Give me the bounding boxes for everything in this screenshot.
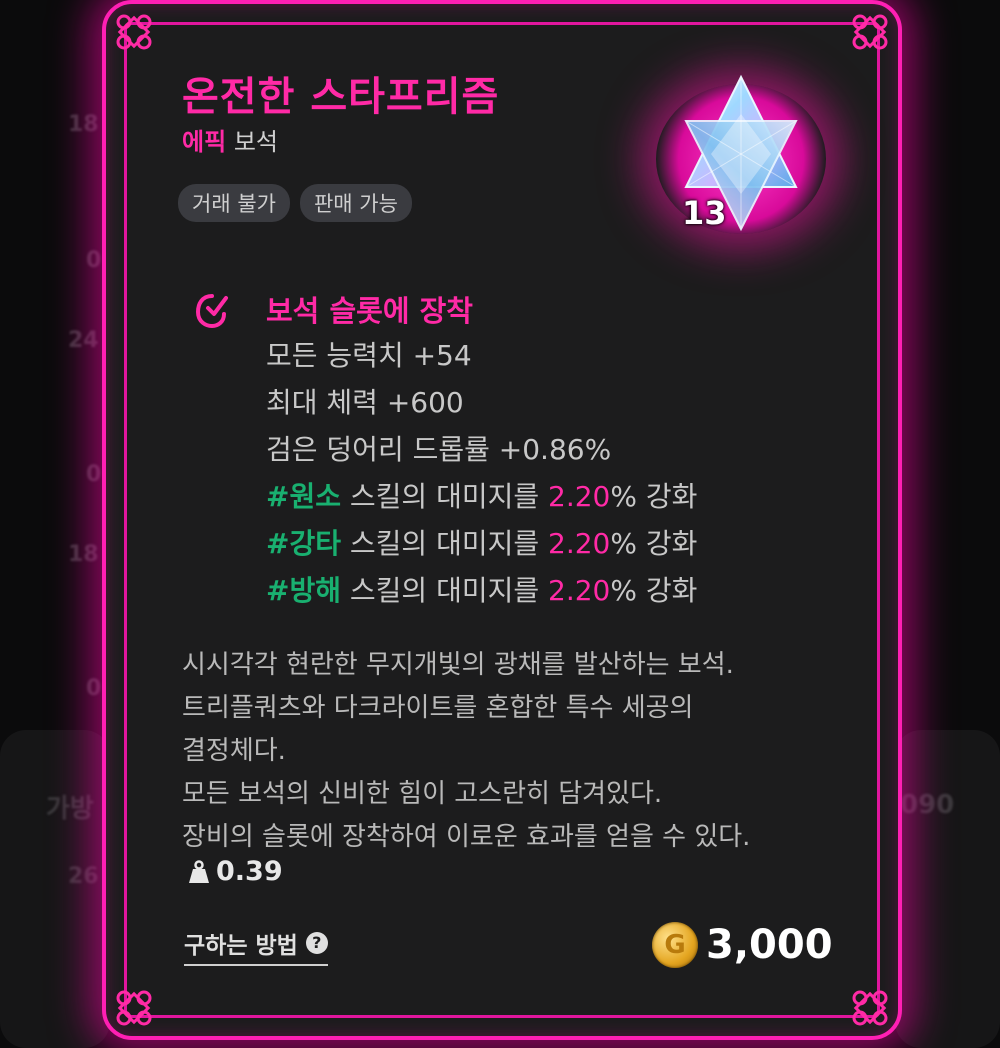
background-fragment: 0	[86, 676, 102, 701]
corner-knot-icon	[112, 986, 156, 1030]
item-stack-count: 13	[682, 194, 727, 232]
item-icon-frame	[646, 64, 836, 244]
item-grade: 에픽	[182, 128, 227, 156]
item-price: G 3,000	[652, 922, 833, 968]
skill-bonus-text: 스킬의 대미지를	[340, 574, 549, 607]
item-grade-category: 에픽 보석	[182, 122, 278, 157]
background-panel-right	[895, 730, 1000, 1048]
skill-bonus-suffix: % 강화	[610, 527, 698, 560]
background-fragment: 0	[86, 248, 102, 273]
description-line: 장비의 슬롯에 장착하여 이로운 효과를 얻을 수 있다.	[182, 822, 751, 852]
gem-slot-equip-icon	[194, 290, 230, 330]
effect-section-title: 보석 슬롯에 장착	[266, 294, 473, 328]
item-category: 보석	[233, 128, 278, 156]
skill-bonus-value: 2.20	[548, 480, 611, 513]
skill-bonus-text: 스킬의 대미지를	[340, 527, 549, 560]
corner-knot-icon	[848, 986, 892, 1030]
skill-tag: #방해	[266, 574, 341, 607]
stat-all-abilities: 모든 능력치 +54	[266, 339, 472, 372]
skill-bonus-line: #원소 스킬의 대미지를 2.20% 강화	[266, 477, 697, 524]
stat-max-hp: 최대 체력 +600	[266, 386, 464, 419]
tag-sellable: 판매 가능	[299, 184, 412, 222]
weight-icon	[189, 859, 209, 883]
skill-bonus-line: #강타 스킬의 대미지를 2.20% 강화	[266, 524, 697, 571]
background-fragment: 24	[68, 328, 99, 353]
skill-bonus-suffix: % 강화	[610, 480, 698, 513]
background-fragment: 18	[68, 542, 99, 567]
corner-knot-icon	[112, 10, 156, 54]
background-fragment: 26	[68, 864, 99, 889]
description-line: 시시각각 현란한 무지개빛의 광채를 발산하는 보석.	[182, 650, 734, 680]
skill-bonus-text: 스킬의 대미지를	[340, 480, 549, 513]
skill-bonus-line: #방해 스킬의 대미지를 2.20% 강화	[266, 571, 697, 618]
description-line: 결정체다.	[182, 736, 286, 766]
item-name: 온전한 스타프리즘	[182, 74, 500, 120]
background-panel-left	[0, 730, 110, 1048]
background-fragment: 090	[900, 790, 955, 820]
background-fragment: 가방	[46, 794, 94, 824]
skill-bonus-value: 2.20	[548, 527, 611, 560]
background-fragment: 18	[68, 112, 99, 137]
skill-tag: #원소	[266, 480, 341, 513]
skill-bonus-value: 2.20	[548, 574, 611, 607]
skill-bonus-suffix: % 강화	[610, 574, 698, 607]
skill-tag: #강타	[266, 527, 341, 560]
price-amount: 3,000	[706, 922, 833, 968]
weight-value: 0.39	[216, 856, 283, 887]
how-to-get-link[interactable]: 구하는 방법 ?	[184, 926, 328, 966]
gold-coin-icon: G	[652, 922, 698, 968]
description-line: 트리플쿼츠와 다크라이트를 혼합한 특수 세공의	[182, 693, 694, 723]
how-to-get-label: 구하는 방법	[184, 933, 298, 959]
background-fragment: 0	[86, 462, 102, 487]
tag-untradeable: 거래 불가	[178, 184, 290, 222]
description-line: 모든 보석의 신비한 힘이 고스란히 담겨있다.	[182, 779, 663, 809]
item-weight: 0.39	[188, 856, 283, 887]
help-icon[interactable]: ?	[305, 932, 328, 954]
item-tags: 거래 불가 판매 가능	[178, 184, 412, 222]
item-tooltip-card: 온전한 스타프리즘 에픽 보석 거래 불가 판매 가능 보석 슬롯에 장착 모든…	[102, 0, 902, 1040]
corner-knot-icon	[848, 10, 892, 54]
item-description: 시시각각 현란한 무지개빛의 광채를 발산하는 보석. 트리플쿼츠와 다크라이트…	[182, 644, 842, 859]
effect-stats-list: 모든 능력치 +54 최대 체력 +600 검은 덩어리 드롭률 +0.86% …	[266, 336, 697, 618]
stat-drop-rate: 검은 덩어리 드롭률 +0.86%	[266, 433, 612, 466]
